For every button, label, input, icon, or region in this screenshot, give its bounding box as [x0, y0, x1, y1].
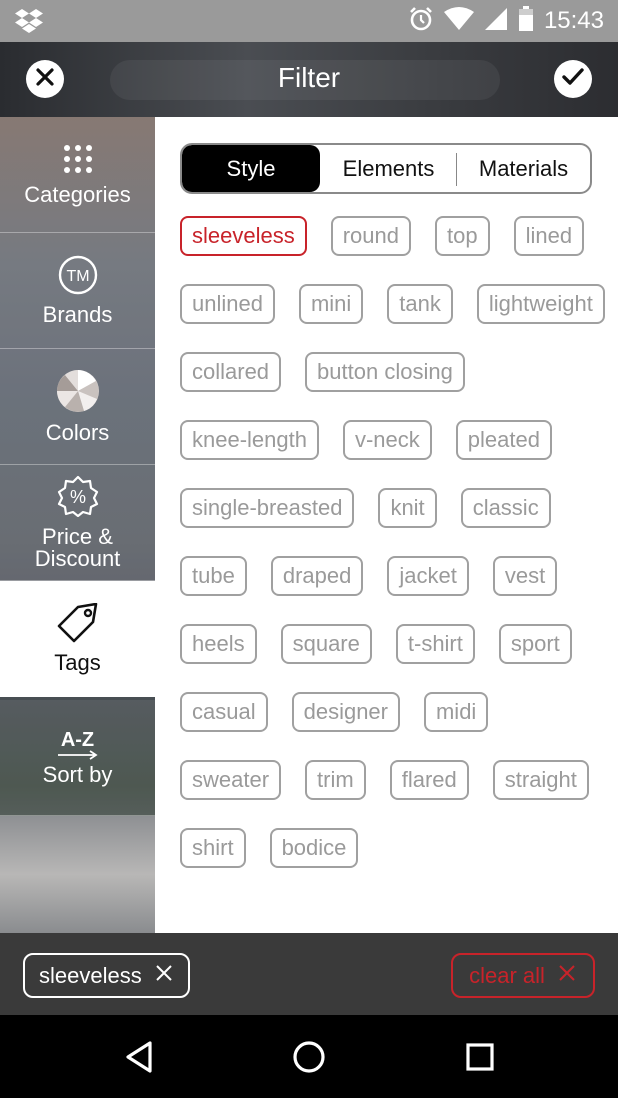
- tag-chip[interactable]: top: [435, 216, 490, 256]
- tag-chip[interactable]: straight: [492, 760, 589, 800]
- clear-all-icon: [557, 963, 577, 989]
- signal-icon: [484, 7, 508, 36]
- a-z-sort-icon: A-Z: [56, 730, 100, 760]
- sidebar-item-label: Brands: [42, 302, 113, 327]
- recents-icon[interactable]: [460, 1037, 500, 1077]
- tag-chip[interactable]: v-neck: [342, 420, 432, 460]
- tag-chip[interactable]: lightweight: [476, 284, 605, 324]
- svg-text:%: %: [69, 487, 85, 507]
- apply-filter-button[interactable]: [554, 60, 592, 98]
- tag-chip[interactable]: tube: [180, 556, 247, 596]
- tag-chip[interactable]: t-shirt: [395, 624, 475, 664]
- remove-chip-icon[interactable]: [154, 963, 174, 989]
- tag-chip[interactable]: flared: [389, 760, 469, 800]
- tag-chip[interactable]: designer: [291, 692, 400, 732]
- tag-chip[interactable]: mini: [298, 284, 364, 324]
- tag-chip[interactable]: pleated: [455, 420, 552, 460]
- tag-chip[interactable]: bodice: [269, 828, 359, 868]
- clear-all-button[interactable]: clear all: [451, 953, 595, 998]
- tag-chip[interactable]: casual: [180, 692, 268, 732]
- grid-dots-icon: [62, 143, 94, 180]
- sidebar-background: [0, 816, 155, 933]
- segment-elements[interactable]: Elements: [320, 145, 457, 192]
- tag-chip[interactable]: single-breasted: [180, 488, 355, 528]
- tag-chip[interactable]: jacket: [387, 556, 469, 596]
- sidebar-item-label: Sort by: [42, 761, 113, 787]
- tag-chip[interactable]: lined: [513, 216, 585, 256]
- tag-chip[interactable]: square: [280, 624, 372, 664]
- tag-chip[interactable]: vest: [492, 556, 558, 596]
- tag-chip[interactable]: shirt: [180, 828, 246, 868]
- dropbox-icon: [14, 8, 44, 39]
- tag-chip[interactable]: collared: [180, 352, 282, 392]
- color-wheel-icon: [56, 369, 100, 418]
- tags-panel: Style Elements Materials sleeveless round…: [155, 117, 618, 933]
- a-z-sort-icon-text: A-Z: [60, 728, 95, 751]
- svg-text:TM: TM: [66, 268, 89, 285]
- tag-chip[interactable]: sleeveless: [180, 216, 307, 256]
- tag-chip[interactable]: draped: [270, 556, 364, 596]
- sidebar-item-label: Price &: [42, 524, 113, 549]
- tag-chip[interactable]: unlined: [180, 284, 275, 324]
- filter-header: Filter: [0, 42, 618, 117]
- status-time: 15:43: [543, 7, 604, 34]
- segment-style[interactable]: Style: [182, 145, 320, 192]
- sidebar-item-tags[interactable]: Tags: [0, 581, 155, 697]
- selected-chip-label: sleeveless: [39, 962, 142, 988]
- home-icon[interactable]: [289, 1037, 329, 1077]
- tag-icon: [56, 602, 100, 648]
- sidebar-item-colors[interactable]: Colors: [0, 349, 155, 465]
- tag-chip[interactable]: midi: [423, 692, 489, 732]
- percent-badge-icon: %: [57, 475, 99, 522]
- back-icon[interactable]: [120, 1037, 160, 1077]
- android-nav-bar: [0, 1015, 618, 1098]
- tag-chip[interactable]: sweater: [180, 760, 282, 800]
- sidebar-item-label: Tags: [54, 650, 101, 675]
- checkmark-icon: [562, 67, 584, 91]
- tag-list: sleeveless round top lined unlined mini tank li…: [180, 216, 610, 868]
- clear-all-label: clear all: [469, 962, 545, 988]
- tag-chip[interactable]: round: [330, 216, 411, 256]
- alarm-icon: [408, 6, 434, 37]
- tag-chip[interactable]: sport: [498, 624, 572, 664]
- selected-chip[interactable]: sleeveless: [23, 953, 190, 998]
- trademark-icon: TM: [58, 255, 98, 300]
- sidebar-item-label: Categories: [24, 182, 131, 207]
- battery-icon: [518, 5, 534, 37]
- segment-divider: [456, 153, 457, 186]
- tag-chip[interactable]: trim: [305, 760, 366, 800]
- segment-materials[interactable]: Materials: [457, 145, 590, 192]
- sidebar-item-label: Colors: [45, 420, 110, 445]
- selected-filters-bar: sleeveless clear all: [0, 933, 618, 1015]
- wifi-icon: [443, 6, 474, 36]
- page-title: Filter: [277, 62, 341, 93]
- sidebar-item-brands[interactable]: TM Brands: [0, 233, 155, 349]
- sidebar-item-sort-by[interactable]: A-Z Sort by: [0, 700, 155, 816]
- segment-control: Style Elements Materials: [180, 143, 592, 194]
- tag-chip[interactable]: heels: [180, 624, 257, 664]
- tag-chip[interactable]: knit: [378, 488, 437, 528]
- sidebar-item-categories[interactable]: Categories: [0, 117, 155, 233]
- tag-chip[interactable]: classic: [460, 488, 551, 528]
- tag-chip[interactable]: tank: [387, 284, 453, 324]
- tag-chip[interactable]: knee-length: [180, 420, 319, 460]
- tag-chip[interactable]: button closing: [305, 352, 465, 392]
- sidebar-item-price-discount[interactable]: % Price & Discount: [0, 465, 155, 581]
- status-bar: 15:43: [0, 0, 618, 42]
- sidebar-item-label-line2: Discount: [34, 546, 121, 571]
- filter-sidebar: Categories TM Brands Colors % Price & Di…: [0, 117, 155, 933]
